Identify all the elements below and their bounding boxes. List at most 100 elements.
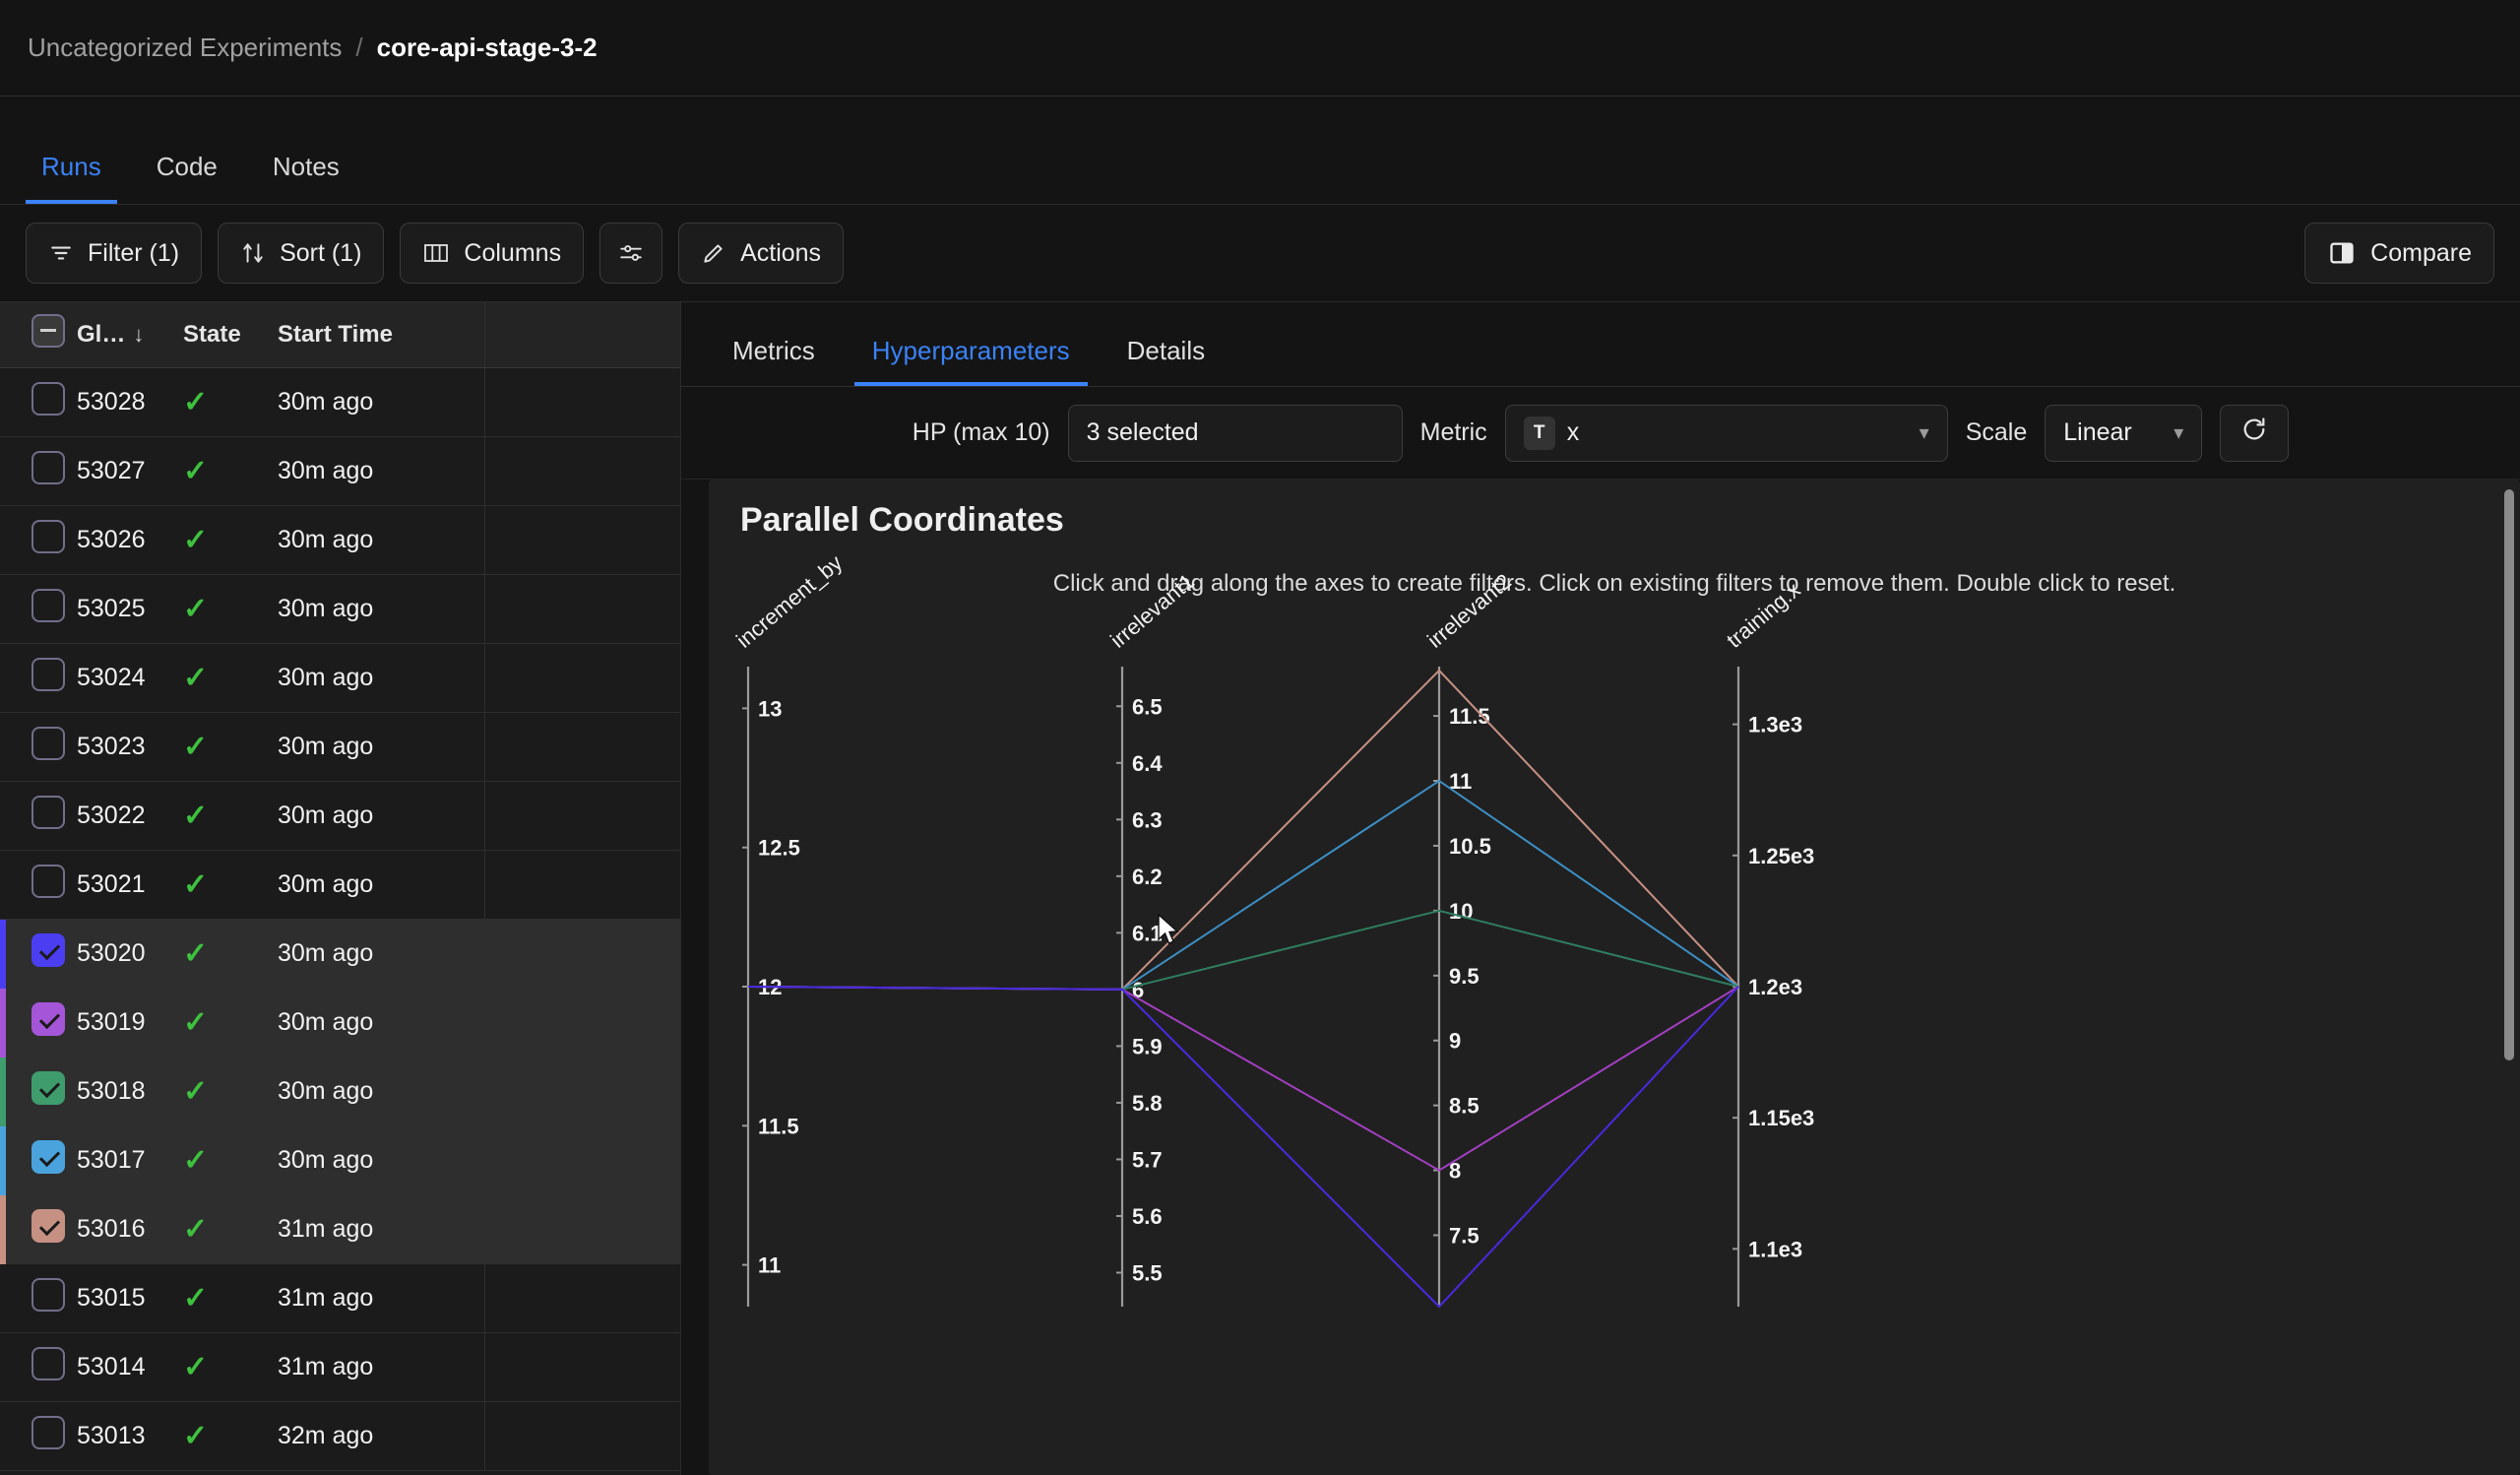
parallel-coordinates-svg[interactable]: increment_by1312.51211.511irrelevant16.5… bbox=[709, 480, 2520, 1371]
row-select-cell[interactable] bbox=[0, 850, 77, 920]
row-id[interactable]: 53016 bbox=[77, 1194, 183, 1264]
table-row[interactable]: 53021 ✓ 30m ago bbox=[0, 850, 680, 920]
table-row[interactable]: 53025 ✓ 30m ago bbox=[0, 574, 680, 644]
row-id[interactable]: 53027 bbox=[77, 436, 183, 506]
row-id[interactable]: 53014 bbox=[77, 1332, 183, 1402]
series-line-53017[interactable] bbox=[747, 779, 1739, 991]
row-select-cell[interactable] bbox=[0, 1332, 77, 1402]
row-id[interactable]: 53025 bbox=[77, 574, 183, 644]
select-all-checkbox[interactable] bbox=[32, 314, 65, 349]
table-row[interactable]: 53018 ✓ 30m ago bbox=[0, 1057, 680, 1126]
tab-details[interactable]: Details bbox=[1109, 336, 1223, 386]
tab-runs[interactable]: Runs bbox=[26, 152, 117, 204]
row-extra-cell bbox=[483, 436, 680, 506]
row-id[interactable]: 53019 bbox=[77, 988, 183, 1058]
scale-select[interactable]: Linear ▾ bbox=[2045, 404, 2203, 462]
row-checkbox[interactable] bbox=[32, 1139, 65, 1174]
row-select-cell[interactable] bbox=[0, 1057, 77, 1126]
tab-code[interactable]: Code bbox=[141, 152, 233, 204]
parallel-coordinates-chart[interactable]: Parallel Coordinates Click and drag alon… bbox=[709, 480, 2520, 1475]
row-checkbox[interactable] bbox=[32, 726, 65, 760]
table-row[interactable]: 53016 ✓ 31m ago bbox=[0, 1194, 680, 1264]
series-line-53016[interactable] bbox=[747, 669, 1739, 991]
series-line-53018[interactable] bbox=[747, 909, 1739, 991]
row-checkbox[interactable] bbox=[32, 1208, 65, 1243]
row-id[interactable]: 53013 bbox=[77, 1401, 183, 1471]
row-id[interactable]: 53021 bbox=[77, 850, 183, 920]
header-select-all[interactable] bbox=[0, 302, 77, 368]
series-line-53020[interactable] bbox=[747, 986, 1739, 1309]
row-checkbox[interactable] bbox=[32, 1415, 65, 1449]
row-select-cell[interactable] bbox=[0, 919, 77, 989]
table-row[interactable]: 53014 ✓ 31m ago bbox=[0, 1332, 680, 1402]
row-select-cell[interactable] bbox=[0, 1401, 77, 1471]
table-row[interactable]: 53027 ✓ 30m ago bbox=[0, 436, 680, 506]
row-checkbox[interactable] bbox=[32, 588, 65, 622]
table-row[interactable]: 53019 ✓ 30m ago bbox=[0, 988, 680, 1058]
row-id[interactable]: 53020 bbox=[77, 919, 183, 989]
tab-hyperparameters[interactable]: Hyperparameters bbox=[853, 336, 1088, 386]
row-select-cell[interactable] bbox=[0, 574, 77, 644]
row-select-cell[interactable] bbox=[0, 436, 77, 506]
columns-button[interactable]: Columns bbox=[400, 223, 585, 284]
row-id[interactable]: 53028 bbox=[77, 367, 183, 437]
row-checkbox[interactable] bbox=[32, 1346, 65, 1380]
row-select-cell[interactable] bbox=[0, 988, 77, 1058]
table-row[interactable]: 53023 ✓ 30m ago bbox=[0, 712, 680, 782]
table-row[interactable]: 53013 ✓ 32m ago bbox=[0, 1401, 680, 1471]
metric-select[interactable]: T x ▾ bbox=[1504, 404, 1948, 462]
row-select-cell[interactable] bbox=[0, 1263, 77, 1333]
table-row[interactable]: 53028 ✓ 30m ago bbox=[0, 367, 680, 437]
actions-label: Actions bbox=[740, 238, 822, 267]
actions-button[interactable]: Actions bbox=[678, 223, 845, 284]
row-checkbox[interactable] bbox=[32, 932, 65, 967]
table-row[interactable]: 53022 ✓ 30m ago bbox=[0, 781, 680, 851]
row-checkbox[interactable] bbox=[32, 795, 65, 829]
row-select-cell[interactable] bbox=[0, 1194, 77, 1264]
tab-metrics[interactable]: Metrics bbox=[715, 336, 833, 386]
refresh-button[interactable] bbox=[2220, 404, 2290, 462]
row-checkbox[interactable] bbox=[32, 519, 65, 553]
row-select-cell[interactable] bbox=[0, 1125, 77, 1195]
breadcrumb-root[interactable]: Uncategorized Experiments bbox=[28, 32, 342, 63]
display-settings-button[interactable] bbox=[599, 223, 663, 284]
row-start-time: 31m ago bbox=[278, 1194, 484, 1264]
header-start-time[interactable]: Start Time bbox=[278, 302, 484, 368]
row-select-cell[interactable] bbox=[0, 505, 77, 575]
table-row[interactable]: 53017 ✓ 30m ago bbox=[0, 1125, 680, 1195]
hp-select[interactable]: 3 selected bbox=[1067, 404, 1403, 462]
row-id[interactable]: 53022 bbox=[77, 781, 183, 851]
sort-button[interactable]: Sort (1) bbox=[218, 223, 385, 284]
axis-tick-label: 1.15e3 bbox=[1748, 1106, 1814, 1130]
header-id[interactable]: Gl… ↓ bbox=[77, 302, 183, 368]
row-checkbox[interactable] bbox=[32, 381, 65, 416]
table-row[interactable]: 53020 ✓ 30m ago bbox=[0, 919, 680, 989]
row-checkbox[interactable] bbox=[32, 1277, 65, 1312]
chart-scrollbar[interactable] bbox=[2504, 489, 2514, 1060]
row-id[interactable]: 53026 bbox=[77, 505, 183, 575]
row-select-cell[interactable] bbox=[0, 712, 77, 782]
row-select-cell[interactable] bbox=[0, 367, 77, 437]
row-checkbox[interactable] bbox=[32, 864, 65, 898]
table-row[interactable]: 53024 ✓ 30m ago bbox=[0, 643, 680, 713]
row-checkbox[interactable] bbox=[32, 1070, 65, 1105]
row-id[interactable]: 53018 bbox=[77, 1057, 183, 1126]
header-state[interactable]: State bbox=[183, 302, 278, 368]
row-id[interactable]: 53015 bbox=[77, 1263, 183, 1333]
table-row[interactable]: 53015 ✓ 31m ago bbox=[0, 1263, 680, 1333]
row-id[interactable]: 53017 bbox=[77, 1125, 183, 1195]
series-line-53019[interactable] bbox=[747, 986, 1739, 1172]
table-row[interactable]: 53026 ✓ 30m ago bbox=[0, 505, 680, 575]
chart-controls: HP (max 10) 3 selected Metric T x ▾ Scal… bbox=[681, 387, 2520, 480]
row-checkbox[interactable] bbox=[32, 657, 65, 691]
compare-button[interactable]: Compare bbox=[2304, 223, 2494, 284]
row-checkbox[interactable] bbox=[32, 450, 65, 484]
filter-button[interactable]: Filter (1) bbox=[26, 223, 203, 284]
row-id[interactable]: 53024 bbox=[77, 643, 183, 713]
row-checkbox[interactable] bbox=[32, 1001, 65, 1036]
row-id[interactable]: 53023 bbox=[77, 712, 183, 782]
tab-notes[interactable]: Notes bbox=[257, 152, 355, 204]
row-select-cell[interactable] bbox=[0, 781, 77, 851]
row-select-cell[interactable] bbox=[0, 643, 77, 713]
row-start-time: 30m ago bbox=[278, 1057, 484, 1126]
